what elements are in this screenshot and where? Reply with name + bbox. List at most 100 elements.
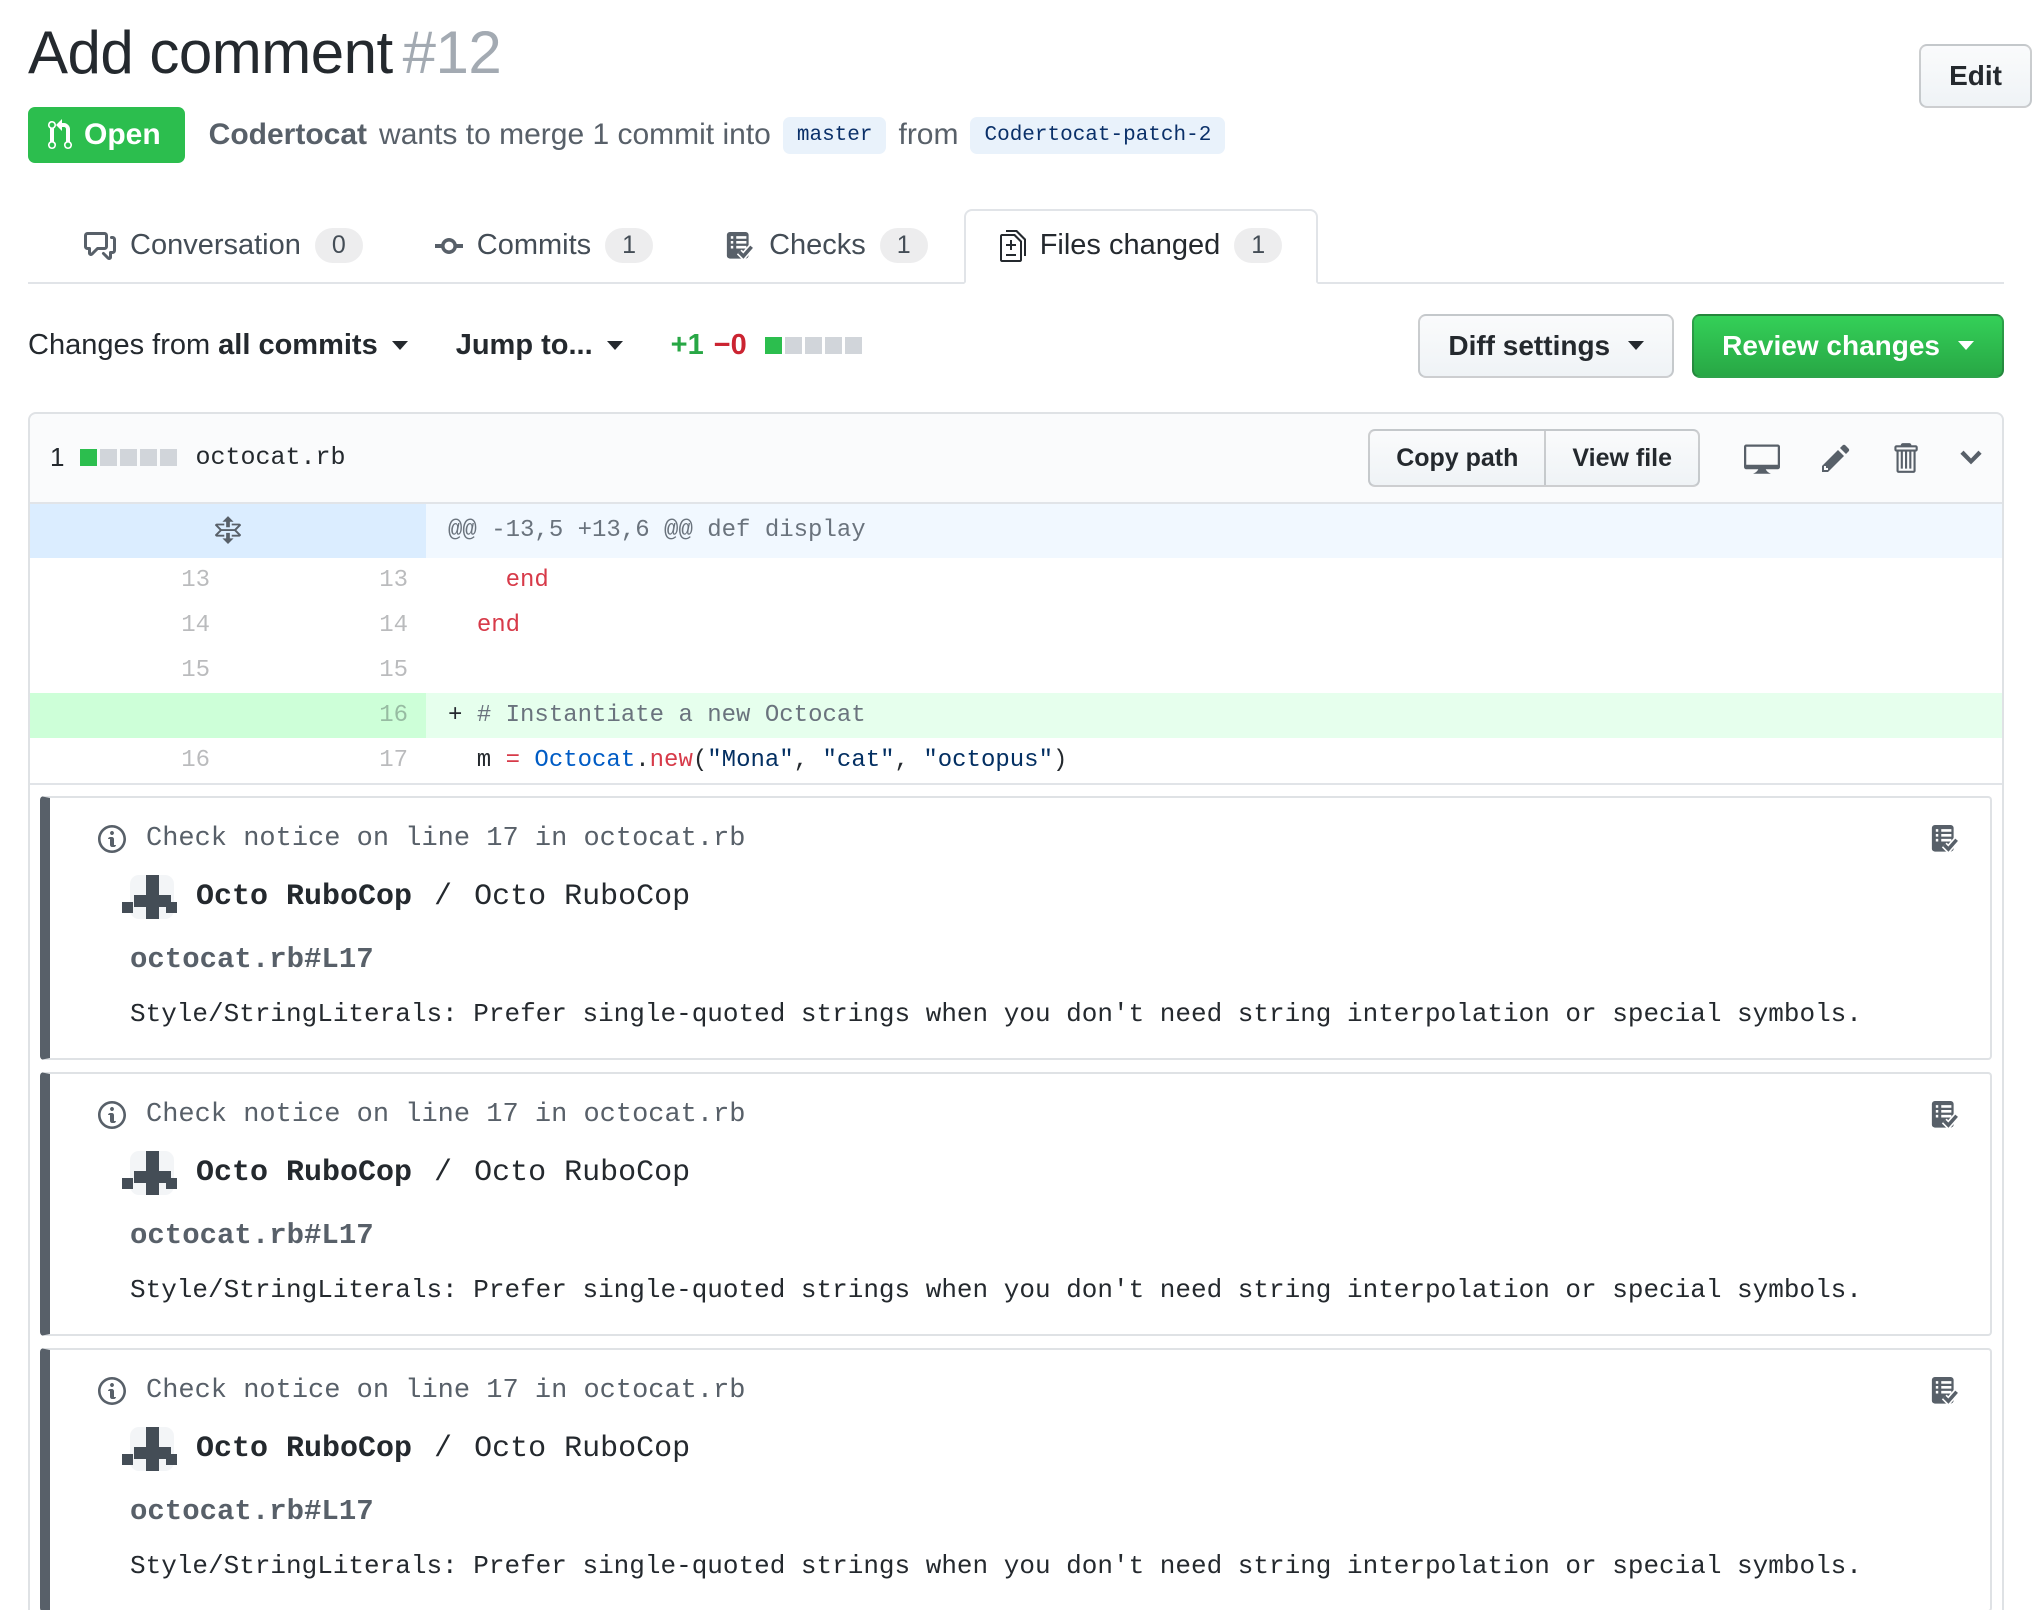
checklist-icon[interactable] <box>1930 1376 1960 1406</box>
info-icon <box>98 823 126 855</box>
diffstat-blocks <box>764 337 862 355</box>
app-name[interactable]: Octo RuboCop <box>196 880 412 914</box>
check-annotation: Check notice on line 17 in octocat.rb Oc… <box>40 1071 1992 1336</box>
file-diffstat: 1 <box>50 442 178 473</box>
checklist-icon[interactable] <box>1930 824 1960 854</box>
file-button-group: Copy path View file <box>1368 428 1700 487</box>
annotation-message: Style/StringLiterals: Prefer single-quot… <box>130 1550 1862 1581</box>
old-line-number[interactable] <box>30 692 228 738</box>
jump-to-label: Jump to... <box>455 329 593 362</box>
tab-conversation[interactable]: Conversation 0 <box>48 209 399 284</box>
annotation-header: Check notice on line 17 in octocat.rb <box>98 1375 1960 1407</box>
app-avatar <box>122 1150 177 1195</box>
pr-meta: Open Codertocat wants to merge 1 commit … <box>28 107 2004 163</box>
jump-to-dropdown[interactable]: Jump to... <box>456 329 623 362</box>
old-line-number[interactable]: 13 <box>30 558 228 603</box>
tab-count: 1 <box>605 228 654 263</box>
display-icon[interactable] <box>1744 440 1780 476</box>
diff-line-row-added: 16 + # Instantiate a new Octocat <box>30 692 2002 738</box>
old-line-number[interactable]: 15 <box>30 648 228 693</box>
view-file-button[interactable]: View file <box>1544 428 1700 487</box>
new-line-number[interactable]: 17 <box>228 738 426 783</box>
edit-button[interactable]: Edit <box>1919 44 2032 108</box>
unfold-icon <box>215 516 241 546</box>
code-line: end <box>476 611 521 639</box>
tab-label: Conversation <box>130 229 301 261</box>
app-context: Octo RuboCop <box>474 1431 691 1466</box>
annotation-file-ref[interactable]: octocat.rb#L17 <box>130 943 1960 976</box>
annotation-header: Check notice on line 17 in octocat.rb <box>98 1099 1960 1131</box>
base-branch-ref[interactable]: master <box>782 116 887 154</box>
diffstat-blocks <box>80 449 178 467</box>
app-name[interactable]: Octo RuboCop <box>196 1156 412 1190</box>
deletions-count: −0 <box>713 329 747 362</box>
tab-count: 1 <box>879 228 928 263</box>
author-name[interactable]: Codertocat <box>209 118 367 152</box>
annotation-app-row: Octo RuboCop / Octo RuboCop <box>122 874 1960 919</box>
annotation-title: Check notice on line 17 in octocat.rb <box>146 823 746 854</box>
app-context: Octo RuboCop <box>474 879 691 914</box>
tab-commits[interactable]: Commits 1 <box>399 209 689 284</box>
git-commit-icon <box>435 230 463 262</box>
chevron-down-icon[interactable] <box>1960 441 1982 475</box>
pr-number: #12 <box>402 19 502 86</box>
hunk-header: @@ -13,5 +13,6 @@ def display <box>426 503 2002 558</box>
app-name[interactable]: Octo RuboCop <box>196 1432 412 1466</box>
file-actions: Copy path View file <box>1368 428 1982 487</box>
merge-summary: Codertocat wants to merge 1 commit into … <box>209 116 1226 154</box>
new-line-number[interactable]: 14 <box>228 603 426 648</box>
tab-count: 1 <box>1234 228 1283 263</box>
git-pull-request-icon <box>48 119 72 151</box>
code-line: m = Octocat.new("Mona", "cat", "octopus"… <box>448 746 1068 774</box>
app-separator: / <box>434 1155 453 1190</box>
additions-count: +1 <box>670 329 704 362</box>
expand-hunk-button[interactable] <box>30 503 426 558</box>
check-annotation: Check notice on line 17 in octocat.rb Oc… <box>40 795 1992 1060</box>
tab-checks[interactable]: Checks 1 <box>689 209 964 284</box>
pr-title-text: Add comment <box>28 19 393 86</box>
pr-page: Add comment #12 Edit Open Codertocat want… <box>0 18 2032 1610</box>
page-title: Add comment #12 <box>28 18 2004 87</box>
tab-files-changed[interactable]: Files changed 1 <box>963 209 1319 284</box>
trash-icon[interactable] <box>1892 441 1918 475</box>
copy-path-button[interactable]: Copy path <box>1368 428 1547 487</box>
new-line-number[interactable]: 13 <box>228 558 426 603</box>
annotation-message: Style/StringLiterals: Prefer single-quot… <box>130 1274 1862 1305</box>
check-annotations: Check notice on line 17 in octocat.rb Oc… <box>30 782 2002 1610</box>
diff-file-container: 1 octocat.rb Copy path View file @@ -13,… <box>28 411 2004 1610</box>
old-line-number[interactable]: 16 <box>30 738 228 783</box>
checklist-icon[interactable] <box>1930 1100 1960 1130</box>
old-line-number[interactable]: 14 <box>30 603 228 648</box>
file-diff-icon <box>1000 230 1026 262</box>
annotation-file-ref[interactable]: octocat.rb#L17 <box>130 1495 1960 1528</box>
chevron-down-icon <box>1628 341 1645 351</box>
pencil-icon[interactable] <box>1822 442 1850 474</box>
changes-from-label: Changes from <box>28 329 211 362</box>
annotation-file-ref[interactable]: octocat.rb#L17 <box>130 1219 1960 1252</box>
chevron-down-icon <box>606 341 623 351</box>
review-changes-button[interactable]: Review changes <box>1692 314 2004 378</box>
diff-line-row: 15 15 <box>30 648 2002 693</box>
diff-line-row: 14 14 end <box>30 603 2002 648</box>
merge-action-text: wants to merge 1 commit into <box>379 118 771 151</box>
diff-settings-button[interactable]: Diff settings <box>1418 314 1675 378</box>
new-line-number[interactable]: 16 <box>228 692 426 738</box>
pr-tabnav: Conversation 0 Commits 1 Checks 1 Files … <box>28 209 2004 284</box>
changes-from-dropdown[interactable]: Changes from all commits <box>28 329 408 362</box>
diff-toolbar: Changes from all commits Jump to... +1 −… <box>28 314 2004 378</box>
tab-label: Commits <box>476 229 592 261</box>
annotation-app-row: Octo RuboCop / Octo RuboCop <box>122 1150 1960 1195</box>
from-text: from <box>898 118 959 151</box>
diff-line-row: 13 13 end <box>30 558 2002 603</box>
diff-line-row: 16 17 m = Octocat.new("Mona", "cat", "oc… <box>30 738 2002 783</box>
chevron-down-icon <box>391 341 408 351</box>
head-branch-ref[interactable]: Codertocat-patch-2 <box>970 116 1226 154</box>
app-avatar <box>122 874 177 919</box>
info-icon <box>98 1099 126 1131</box>
toolbar-right: Diff settings Review changes <box>1418 314 2004 378</box>
new-line-number[interactable]: 15 <box>228 648 426 693</box>
file-icon-actions <box>1744 440 1982 476</box>
diffstat: +1 −0 <box>671 329 862 362</box>
review-changes-label: Review changes <box>1722 330 1940 361</box>
app-avatar <box>122 1426 177 1471</box>
